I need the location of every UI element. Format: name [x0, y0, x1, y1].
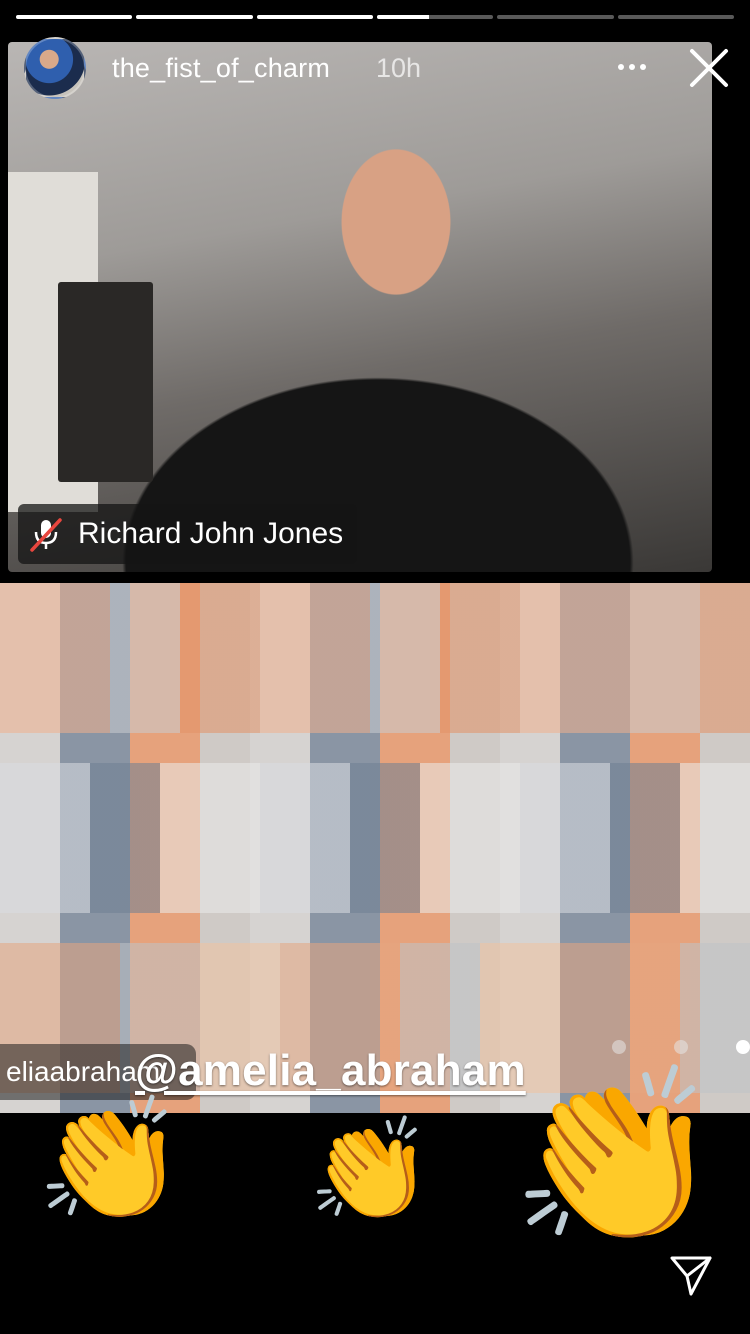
progress-segment — [136, 15, 253, 19]
dot — [674, 1040, 688, 1054]
progress-segment — [617, 15, 734, 19]
avatar[interactable] — [24, 37, 86, 99]
clapping-hands-icon: 👏 — [308, 1114, 433, 1226]
clapping-hands-icon: 👏 — [36, 1093, 186, 1227]
more-options-icon[interactable] — [610, 45, 654, 89]
clapping-hands-icon: 👏 — [510, 1062, 722, 1252]
progress-segment — [256, 15, 373, 19]
video-tile-top: Richard John Jones — [8, 42, 712, 572]
username[interactable]: the_fist_of_charm — [112, 53, 330, 84]
progress-segment — [16, 15, 133, 19]
story-progress-bar — [16, 15, 734, 19]
progress-segment-current — [376, 15, 494, 19]
mention-sticker[interactable]: @amelia_abraham — [135, 1046, 526, 1096]
video-tile-bottom — [0, 583, 750, 1113]
post-time: 10h — [376, 53, 422, 83]
close-icon[interactable] — [686, 45, 732, 91]
dot-active — [736, 1040, 750, 1054]
send-icon[interactable] — [668, 1252, 714, 1298]
story-header: the_fist_of_charm 10h — [0, 35, 750, 101]
dot — [612, 1040, 626, 1054]
progress-segment — [497, 15, 614, 19]
participant-name-tag: Richard John Jones — [18, 504, 358, 564]
carousel-dots — [612, 1040, 750, 1054]
participant-name: Richard John Jones — [78, 517, 344, 550]
mic-muted-icon — [26, 514, 66, 554]
